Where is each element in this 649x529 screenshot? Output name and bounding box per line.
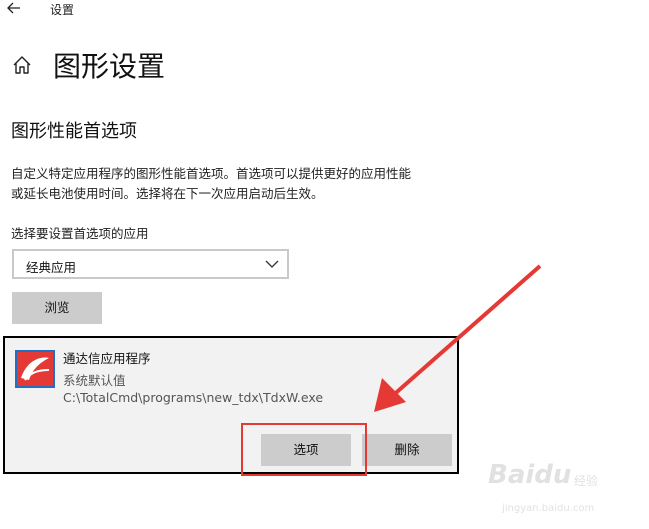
annotation-highlight-box [241, 423, 367, 476]
description-line-2: 或延长电池使用时间。选择将在下一次应用启动后生效。 [11, 186, 324, 201]
window-title: 设置 [50, 3, 75, 17]
arrow-left-icon [7, 2, 20, 14]
app-type-selected: 经典应用 [26, 260, 77, 275]
browse-button[interactable]: 浏览 [12, 292, 102, 324]
app-type-dropdown[interactable]: 经典应用 [12, 249, 289, 279]
baidu-watermark: Baidu 经验 jingyan.baidu.com [488, 455, 648, 525]
section-title: 图形性能首选项 [11, 121, 137, 142]
app-path: C:\TotalCmd\programs\new_tdx\TdxW.exe [63, 390, 324, 405]
app-gpu-preference: 系统默认值 [63, 373, 126, 388]
watermark-url: jingyan.baidu.com [502, 503, 595, 514]
page-title: 图形设置 [53, 50, 166, 83]
app-name: 通达信应用程序 [63, 351, 151, 366]
watermark-brand-cn: 经验 [574, 474, 599, 488]
chevron-down-icon [265, 260, 279, 268]
watermark-brand: Baidu [488, 460, 572, 490]
app-type-label: 选择要设置首选项的应用 [11, 226, 149, 241]
tdx-app-icon [15, 350, 55, 388]
back-button[interactable] [6, 0, 24, 18]
section-description: 自定义特定应用程序的图形性能首选项。首选项可以提供更好的应用性能 或延长电池使用… [11, 164, 481, 204]
home-icon [11, 54, 33, 76]
description-line-1: 自定义特定应用程序的图形性能首选项。首选项可以提供更好的应用性能 [11, 166, 412, 181]
delete-button[interactable]: 删除 [362, 434, 452, 466]
annotation-arrow-icon [360, 260, 550, 420]
